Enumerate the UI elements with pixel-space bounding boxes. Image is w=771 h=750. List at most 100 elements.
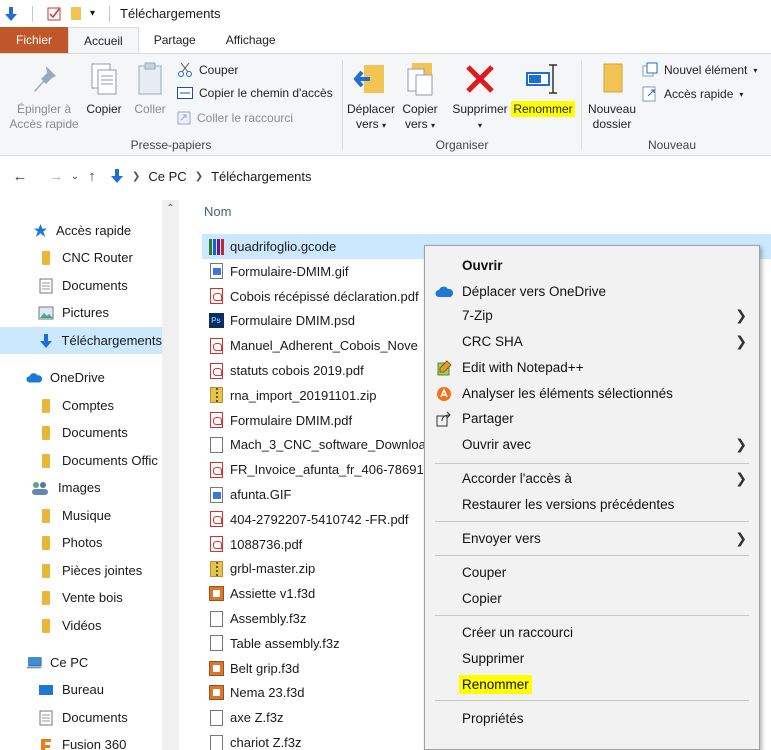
menu-item-ouvrir-avec[interactable]: Ouvrir avec ❯ — [425, 432, 759, 457]
pin-quick-access-button[interactable]: Épingler à Accès rapide — [6, 60, 82, 132]
menu-item-proprietes[interactable]: Propriétés — [425, 706, 759, 731]
nav-label: Documents — [62, 278, 128, 293]
star-icon — [32, 223, 48, 239]
nav-item-comptes[interactable]: Comptes — [0, 392, 162, 419]
nav-item-telechargements[interactable]: Téléchargements — [0, 327, 162, 354]
nav-item-pictures[interactable]: Pictures — [0, 299, 162, 326]
fusion-file-icon — [208, 659, 224, 677]
move-to-button[interactable]: Déplacer vers ▾ — [345, 60, 397, 133]
menu-divider — [435, 555, 749, 556]
paste-shortcut-button[interactable]: Coller le raccourci — [177, 110, 293, 125]
copy-button[interactable]: Copier — [84, 60, 124, 117]
menu-item-creer-raccourci[interactable]: Créer un raccourci — [425, 620, 759, 645]
nav-item-documents-office[interactable]: Documents Offic — [0, 447, 162, 474]
back-arrow-icon[interactable]: ← — [8, 168, 32, 185]
breadcrumb[interactable]: ❯ Ce PC ❯ Téléchargements — [110, 168, 312, 184]
menu-item-partager[interactable]: Partager — [425, 406, 759, 431]
menu-label: Propriétés — [462, 711, 524, 726]
menu-item-crc-sha[interactable]: CRC SHA ❯ — [425, 329, 759, 354]
file-name: quadrifoglio.gcode — [230, 239, 337, 254]
nav-item-videos[interactable]: Vidéos — [0, 612, 162, 639]
menu-divider — [435, 463, 749, 464]
menu-item-copier[interactable]: Copier — [425, 586, 759, 611]
menu-item-7zip[interactable]: 7-Zip ❯ — [425, 303, 759, 328]
tab-accueil[interactable]: Accueil — [68, 27, 139, 53]
new-item-label: Nouvel élément — [664, 63, 748, 77]
pdf-file-icon — [208, 287, 224, 305]
quick-access-toolbar: ▾ — [4, 5, 116, 22]
pdf-file-icon — [208, 510, 224, 528]
menu-item-ouvrir[interactable]: Ouvrir — [425, 253, 759, 278]
file-name: Formulaire DMIM.psd — [230, 313, 355, 329]
menu-item-renommer[interactable]: Renommer — [425, 672, 759, 697]
new-item-button[interactable]: Nouvel élément ▾ — [642, 62, 757, 78]
cut-button[interactable]: Couper — [177, 62, 238, 78]
menu-item-analyser[interactable]: Analyser les éléments sélectionnés — [425, 381, 759, 406]
properties-icon[interactable] — [47, 6, 62, 21]
nav-item-vente-bois[interactable]: Vente bois — [0, 584, 162, 611]
pdf-file-icon — [208, 535, 224, 553]
nav-item-bureau[interactable]: Bureau — [0, 676, 162, 703]
paste-button[interactable]: Coller — [130, 60, 170, 117]
copy-path-button[interactable]: Copier le chemin d'accès — [177, 86, 333, 100]
menu-item-onedrive[interactable]: Déplacer vers OneDrive — [425, 279, 759, 304]
fusion-file-icon — [208, 585, 224, 603]
nav-label: Images — [58, 480, 101, 495]
new-folder-button[interactable]: Nouveau dossier — [586, 60, 638, 132]
menu-item-supprimer[interactable]: Supprimer — [425, 646, 759, 671]
nav-item-fusion-360[interactable]: Fusion 360 — [0, 731, 162, 750]
menu-item-notepad[interactable]: Edit with Notepad++ — [425, 355, 759, 380]
scroll-up-icon[interactable]: ⌃ — [162, 200, 179, 217]
nav-item-images[interactable]: Images — [0, 474, 162, 501]
copy-to-button[interactable]: Copier vers ▾ — [399, 60, 441, 133]
column-header-nom[interactable]: Nom — [204, 204, 231, 219]
nav-item-musique[interactable]: Musique — [0, 502, 162, 529]
menu-label: Copier — [462, 591, 502, 606]
breadcrumb-telechargements[interactable]: Téléchargements — [211, 169, 311, 184]
nav-item-pc-documents[interactable]: Documents — [0, 704, 162, 731]
file-name: Assembly.f3z — [230, 611, 307, 626]
menu-item-envoyer[interactable]: Envoyer vers ❯ — [425, 526, 759, 551]
menu-item-couper[interactable]: Couper — [425, 560, 759, 585]
nav-label: Téléchargements — [61, 333, 162, 348]
file-name: axe Z.f3z — [230, 710, 284, 726]
pin-label-2: Accès rapide — [9, 117, 79, 131]
nav-item-onedrive-documents[interactable]: Documents — [0, 419, 162, 446]
file-name: Cobois récépissé déclaration.pdf — [230, 288, 419, 304]
tab-fichier[interactable]: Fichier — [0, 27, 69, 53]
address-bar-row: ← → ⌄ ↑ ❯ Ce PC ❯ Téléchargements — [0, 162, 771, 190]
file-name: rna_import_20191101.zip — [230, 387, 377, 403]
menu-item-restaurer[interactable]: Restaurer les versions précédentes — [425, 492, 759, 517]
nav-scrollbar[interactable]: ⌃ — [162, 200, 179, 750]
menu-item-accorder[interactable]: Accorder l'accès à ❯ — [425, 466, 759, 491]
nav-item-photos[interactable]: Photos — [0, 529, 162, 556]
down-arrow-icon[interactable] — [4, 6, 18, 22]
breadcrumb-ce-pc[interactable]: Ce PC — [148, 169, 186, 184]
nav-label: Bureau — [62, 682, 104, 697]
customize-chevron-icon[interactable]: ▾ — [90, 8, 95, 19]
nav-item-onedrive[interactable]: OneDrive — [0, 364, 162, 391]
forward-arrow-icon[interactable]: → — [44, 168, 68, 185]
nav-item-documents[interactable]: Documents — [0, 272, 162, 299]
rename-button[interactable]: Renommer — [509, 60, 577, 117]
delete-button[interactable]: Supprimer ▾ — [449, 60, 511, 133]
nav-label: OneDrive — [50, 370, 105, 385]
copy-to-icon — [407, 63, 433, 96]
tab-partage[interactable]: Partage — [139, 27, 211, 53]
submenu-arrow-icon: ❯ — [735, 530, 747, 546]
new-item-icon — [642, 62, 658, 77]
nav-item-ce-pc[interactable]: Ce PC — [0, 649, 162, 676]
nav-item-pieces-jointes[interactable]: Pièces jointes — [0, 557, 162, 584]
tab-affichage[interactable]: Affichage — [211, 27, 291, 53]
easy-access-button[interactable]: Accès rapide ▾ — [642, 86, 743, 102]
recent-chevron-icon[interactable]: ⌄ — [68, 171, 82, 182]
nav-label: Photos — [62, 535, 103, 550]
file-name: 404-2792207-5410742 -FR.pdf — [230, 511, 409, 527]
up-arrow-icon[interactable]: ↑ — [82, 168, 102, 185]
submenu-arrow-icon: ❯ — [735, 333, 747, 349]
new-folder-icon[interactable] — [70, 6, 82, 21]
easy-access-icon — [642, 86, 656, 102]
nav-item-acces-rapide[interactable]: Accès rapide — [0, 217, 162, 244]
nav-item-cnc-router[interactable]: CNC Router — [0, 244, 162, 271]
paste-shortcut-icon — [177, 111, 191, 125]
